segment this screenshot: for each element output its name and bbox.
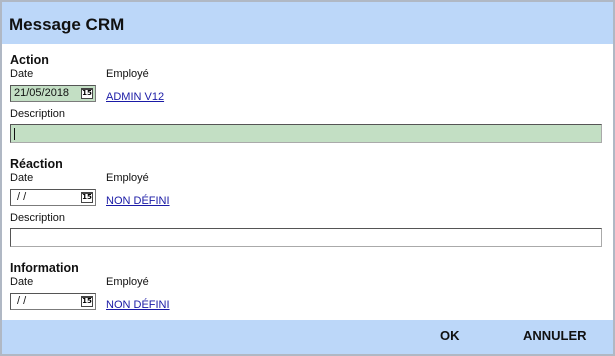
cancel-button[interactable]: ANNULER (523, 328, 587, 343)
ok-button[interactable]: OK (440, 328, 460, 343)
calendar-icon[interactable]: 15 (81, 88, 93, 99)
information-date-field[interactable]: / / 15 (10, 293, 96, 310)
information-date-value: / / (14, 295, 27, 307)
dialog-title: Message CRM (9, 15, 125, 34)
reaction-date-value: / / (14, 191, 27, 203)
information-employe-link[interactable]: NON DÉFINI (106, 299, 170, 311)
title-bar: Message CRM (2, 2, 613, 44)
action-description-field[interactable] (10, 124, 602, 143)
action-date-field[interactable]: 21/05/2018 15 (10, 85, 96, 102)
reaction-description-label: Description (10, 212, 66, 224)
information-heading: Information (10, 261, 79, 275)
action-description-label: Description (10, 108, 66, 120)
reaction-employe-label: Employé (106, 172, 149, 184)
action-employe-link[interactable]: ADMIN V12 (106, 91, 164, 103)
crm-message-dialog: Message CRM Action Date Employé 21/05/20… (0, 0, 615, 356)
reaction-heading: Réaction (10, 157, 63, 171)
calendar-icon[interactable]: 15 (81, 296, 93, 307)
information-employe-label: Employé (106, 276, 149, 288)
action-employe-label: Employé (106, 68, 149, 80)
action-date-label: Date (10, 68, 34, 80)
reaction-description-field[interactable] (10, 228, 602, 247)
action-heading: Action (10, 53, 49, 67)
reaction-date-label: Date (10, 172, 34, 184)
reaction-employe-link[interactable]: NON DÉFINI (106, 195, 170, 207)
dialog-footer: OK ANNULER (2, 320, 613, 354)
text-caret (14, 128, 15, 140)
calendar-icon[interactable]: 15 (81, 192, 93, 203)
reaction-date-field[interactable]: / / 15 (10, 189, 96, 206)
information-date-label: Date (10, 276, 34, 288)
action-date-value: 21/05/2018 (14, 87, 70, 99)
